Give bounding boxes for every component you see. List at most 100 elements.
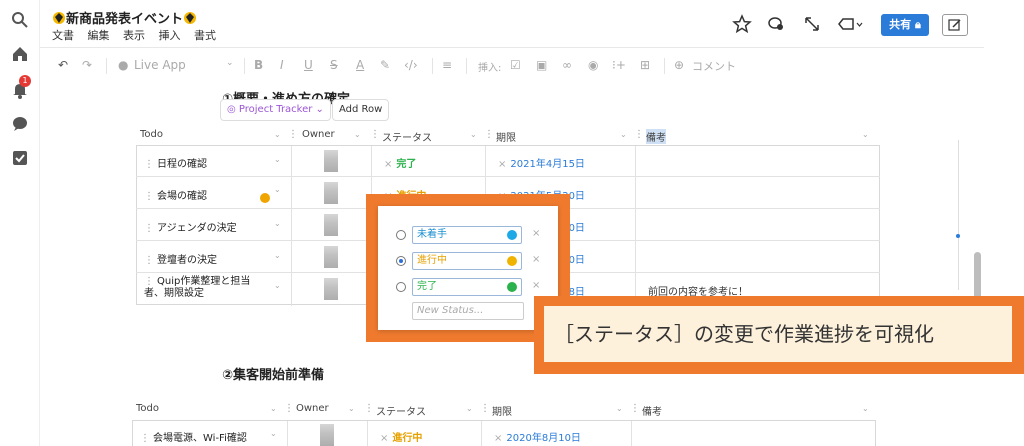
status-color-dot[interactable] — [507, 256, 517, 266]
compose-button[interactable] — [942, 14, 968, 36]
date-cell[interactable]: × 2021年4月15日 — [498, 155, 585, 170]
conversation-icon[interactable] — [766, 14, 786, 34]
todo-cell[interactable]: ⋮ アジェンダの決定 — [144, 219, 237, 234]
radio-button[interactable] — [396, 230, 406, 240]
mention-icon[interactable]: ◉ — [588, 58, 598, 72]
avatar[interactable] — [324, 150, 338, 172]
column-header-owner[interactable]: Owner — [296, 403, 329, 414]
column-header-notes[interactable]: 備考 — [646, 129, 666, 144]
star-icon[interactable] — [732, 14, 752, 34]
chevron-down-icon[interactable]: ⌄ — [862, 404, 869, 413]
status-cell[interactable]: × 進行中 — [380, 429, 422, 444]
menu-document[interactable]: 文書 — [52, 29, 74, 42]
chevron-down-icon[interactable]: ⌄ — [348, 404, 355, 413]
add-comment-icon[interactable]: ⊕ — [674, 58, 684, 72]
new-status-input[interactable]: New Status... — [412, 302, 524, 320]
live-app-select[interactable]: Live App — [134, 58, 186, 72]
table-icon[interactable]: ⊞ — [640, 58, 650, 72]
underline-icon[interactable]: U — [304, 58, 313, 72]
radio-button[interactable] — [396, 256, 406, 266]
column-header-status[interactable]: ステータス — [382, 129, 432, 144]
todo-cell[interactable]: ⋮ 会場電源、Wi-Fi確認 — [140, 429, 247, 444]
todo-cell[interactable]: ⋮ 登壇者の決定 — [144, 251, 217, 266]
clear-icon[interactable]: × — [380, 433, 388, 444]
chat-icon[interactable] — [10, 114, 30, 134]
chevron-down-icon[interactable]: ⌄ — [616, 404, 623, 413]
column-header-notes[interactable]: 備考 — [642, 403, 662, 418]
status-color-dot[interactable] — [507, 282, 517, 292]
italic-icon[interactable]: I — [280, 58, 284, 72]
chevron-down-icon[interactable]: ⌄ — [470, 130, 477, 139]
comment-button[interactable]: コメント — [692, 58, 736, 74]
chevron-down-icon[interactable]: ⌄ — [274, 155, 281, 164]
chevron-down-icon[interactable]: ⌄ — [620, 130, 627, 139]
column-header-owner[interactable]: Owner — [302, 129, 335, 140]
chevron-down-icon[interactable]: ⌄ — [226, 58, 234, 68]
comment-count-badge[interactable] — [260, 193, 270, 203]
status-pill[interactable]: 未着手 — [412, 226, 522, 244]
chevron-down-icon[interactable]: ⌄ — [466, 404, 473, 413]
avatar[interactable] — [324, 214, 338, 236]
home-icon[interactable] — [10, 44, 30, 64]
checklist-icon[interactable]: ☑ — [510, 58, 521, 72]
chevron-down-icon[interactable]: ⌄ — [862, 130, 869, 139]
status-option[interactable]: 進行中 × — [396, 252, 546, 270]
todo-cell[interactable]: ⋮ Quip作業整理と担当者、期限設定 — [144, 276, 256, 300]
column-header-todo[interactable]: Todo — [136, 403, 159, 414]
menu-view[interactable]: 表示 — [123, 29, 145, 42]
bold-icon[interactable]: B — [254, 58, 263, 72]
remove-icon[interactable]: × — [532, 254, 540, 265]
strikethrough-icon[interactable]: S — [330, 58, 338, 72]
menu-insert[interactable]: 挿入 — [159, 29, 181, 42]
todo-cell[interactable]: ⋮ 会場の確認 — [144, 187, 207, 202]
clear-icon[interactable]: × — [494, 433, 502, 444]
remove-icon[interactable]: × — [532, 280, 540, 291]
text-color-icon[interactable]: A — [356, 58, 364, 72]
tag-dropdown-icon[interactable] — [836, 14, 864, 34]
checkbox-icon[interactable] — [10, 148, 30, 168]
code-icon[interactable]: ‹/› — [404, 58, 418, 72]
expand-icon[interactable] — [802, 14, 822, 34]
chevron-down-icon[interactable]: ⌄ — [274, 281, 281, 290]
remove-icon[interactable]: × — [532, 228, 540, 239]
search-icon[interactable] — [10, 10, 30, 30]
chevron-down-icon[interactable]: ⌄ — [274, 219, 281, 228]
clear-icon[interactable]: × — [384, 159, 392, 170]
avatar[interactable] — [320, 424, 334, 446]
redo-icon[interactable]: ↷ — [82, 58, 92, 72]
document-title[interactable]: 新商品発表イベント — [52, 8, 197, 27]
column-header-deadline[interactable]: 期限 — [492, 403, 512, 418]
status-pill[interactable]: 完了 — [412, 278, 522, 296]
status-option[interactable]: 完了 × — [396, 278, 546, 296]
column-header-deadline[interactable]: 期限 — [496, 129, 516, 144]
chevron-down-icon[interactable]: ⌄ — [274, 251, 281, 260]
chevron-down-icon[interactable]: ⌄ — [354, 130, 361, 139]
share-button[interactable]: 共有 🔒︎ — [881, 14, 929, 36]
column-header-status[interactable]: ステータス — [376, 403, 426, 418]
menu-edit[interactable]: 編集 — [88, 29, 110, 42]
status-cell[interactable]: × 完了 — [384, 155, 416, 170]
column-header-todo[interactable]: Todo — [140, 129, 163, 140]
chevron-down-icon[interactable]: ⌄ — [270, 429, 277, 438]
avatar[interactable] — [324, 182, 338, 204]
avatar[interactable] — [324, 246, 338, 268]
chevron-down-icon[interactable]: ⌄ — [274, 185, 281, 194]
undo-icon[interactable]: ↶ — [58, 58, 68, 72]
highlight-icon[interactable]: ✎ — [380, 58, 390, 72]
menu-format[interactable]: 書式 — [194, 29, 216, 42]
chevron-down-icon[interactable]: ⌄ — [270, 404, 277, 413]
date-cell[interactable]: × 2020年8月10日 — [494, 429, 581, 444]
status-color-dot[interactable] — [507, 230, 517, 240]
align-icon[interactable]: ≡ — [442, 58, 452, 72]
add-row-button[interactable]: Add Row — [332, 99, 390, 121]
table-row[interactable]: ⋮ 会場電源、Wi-Fi確認 ⌄ × 進行中 × 2020年8月10日 — [132, 420, 876, 446]
chevron-down-icon[interactable]: ⌄ — [274, 130, 281, 139]
insert-plus-icon[interactable]: ⁝+ — [612, 58, 626, 72]
table-row[interactable]: ⋮ 日程の確認 ⌄ × 完了 × 2021年4月15日 — [136, 145, 880, 177]
link-icon[interactable]: ∞ — [562, 58, 572, 72]
radio-button[interactable] — [396, 282, 406, 292]
avatar[interactable] — [324, 278, 338, 300]
image-icon[interactable]: ▣ — [536, 58, 547, 72]
clear-icon[interactable]: × — [498, 159, 506, 170]
todo-cell[interactable]: ⋮ 日程の確認 — [144, 155, 207, 170]
